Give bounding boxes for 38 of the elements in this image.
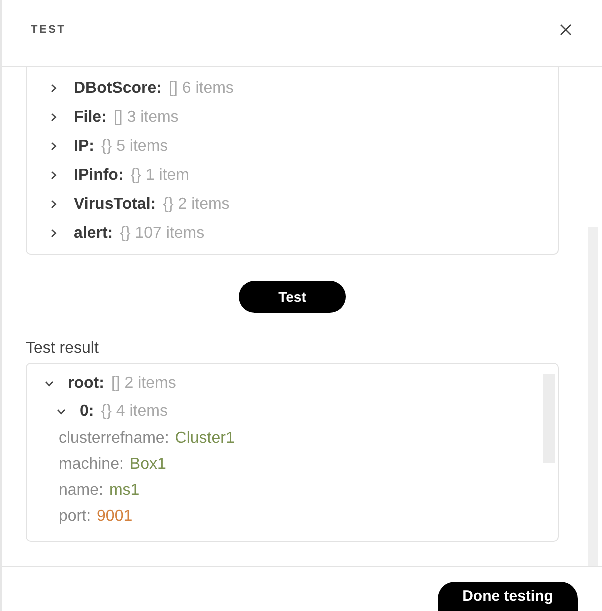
chevron-right-icon[interactable] [51,113,57,122]
json-type-summary: {} 1 item [130,166,190,186]
json-value: 9001 [97,507,133,527]
json-key: port: [59,505,92,529]
chevron-right-icon[interactable] [51,171,57,180]
json-key: machine: [59,453,124,477]
chevron-right-icon[interactable] [51,229,57,238]
close-icon [560,24,572,36]
json-type-summary: {} 107 items [120,224,205,244]
json-type-summary: {} 4 items [101,402,168,422]
test-button[interactable]: Test [239,281,346,313]
chevron-right-icon[interactable] [51,200,57,209]
chevron-right-icon[interactable] [51,84,57,93]
json-value: Cluster1 [175,429,235,449]
done-testing-button[interactable]: Done testing [438,582,578,611]
drawer-title: TEST [31,22,66,38]
json-key: root: [68,372,104,396]
json-key: DBotScore: [74,76,162,100]
json-key: File: [74,106,107,130]
json-type-summary: [] 3 items [114,108,179,128]
json-value: ms1 [109,481,140,501]
json-type-summary: [] 2 items [111,374,176,394]
chevron-right-icon[interactable] [51,142,57,151]
json-key: 0: [80,400,94,424]
json-key: alert: [74,222,114,246]
scrollbar-thumb[interactable] [588,227,598,566]
chevron-down-icon[interactable] [44,381,54,387]
json-key: IP: [74,134,94,158]
json-key: VirusTotal: [74,192,156,216]
json-type-summary: {} 2 items [163,194,230,214]
json-type-summary: [] 6 items [169,78,234,98]
json-value: Box1 [130,455,166,475]
json-key: clusterrefname: [59,427,170,451]
json-type-summary: {} 5 items [101,136,168,156]
json-key: IPinfo: [74,164,124,188]
chevron-down-icon[interactable] [56,409,66,415]
json-key: name: [59,479,104,503]
section-label: Test result [26,339,100,359]
